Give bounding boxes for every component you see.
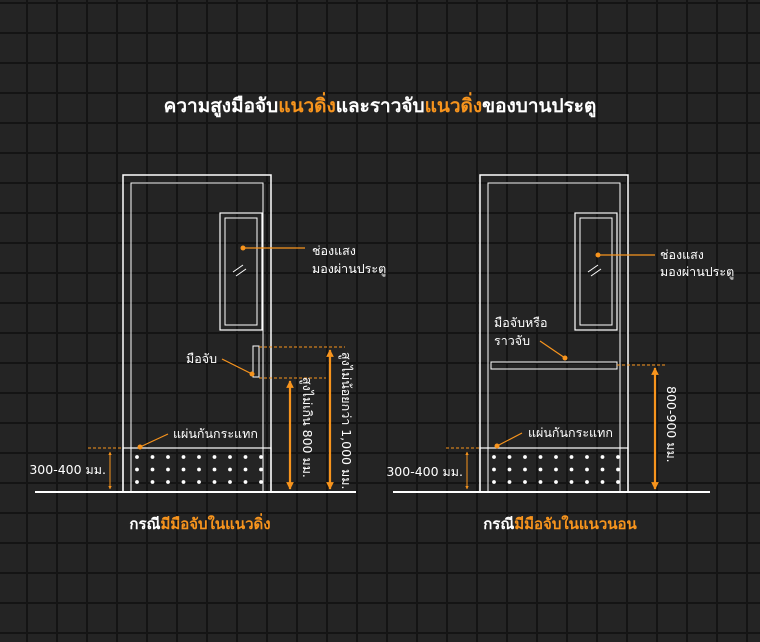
kick-plate-dot bbox=[600, 455, 605, 459]
kick-plate-dot bbox=[181, 467, 186, 472]
kick-plate-label: แผ่นกันกระแทก bbox=[173, 426, 258, 441]
vertical-handle bbox=[252, 345, 260, 378]
rail-leader-dot bbox=[562, 355, 568, 361]
left-door: ช่องแสง มองผ่านประตู มือจับ แผ่นกันกระแท… bbox=[29, 174, 386, 533]
handle-min-height-label: สูงไม่น้อยกว่า 1,000 มม. bbox=[338, 352, 354, 489]
window-label-line1: ช่องแสง bbox=[660, 247, 704, 262]
kick-plate-dot bbox=[243, 480, 248, 484]
window-leader-dot bbox=[240, 245, 246, 251]
rail-label-line1: มือจับหรือ bbox=[494, 315, 547, 330]
kick-plate-dot bbox=[600, 480, 605, 484]
kick-plate-dot bbox=[523, 455, 527, 459]
kick-plate-dot bbox=[554, 467, 558, 472]
rail-leader-line bbox=[539, 340, 566, 359]
kick-plate-dot bbox=[150, 480, 155, 484]
kick-plate-dots bbox=[492, 455, 620, 484]
kick-plate-dot bbox=[554, 480, 558, 484]
kick-plate-leader-dot bbox=[137, 444, 143, 450]
kick-plate-dot bbox=[585, 455, 589, 459]
left-caption: กรณีมีมือจับในแนวดิ่ง bbox=[129, 513, 270, 533]
kick-plate-dot bbox=[259, 455, 263, 459]
window-label-line2: มองผ่านประตู bbox=[660, 264, 734, 280]
kick-plate-dot bbox=[197, 480, 201, 484]
kick-plate-dot bbox=[243, 467, 248, 472]
kick-plate-dot bbox=[569, 455, 574, 459]
kick-plate-dot bbox=[616, 480, 620, 484]
handle-label: มือจับ bbox=[186, 351, 217, 366]
handle-leader-line bbox=[221, 358, 253, 375]
kick-plate-dot bbox=[507, 455, 512, 459]
kick-plate-dot bbox=[569, 480, 574, 484]
kick-plate-dot bbox=[166, 480, 170, 484]
kick-plate-dot bbox=[538, 480, 543, 484]
kick-plate-dot bbox=[150, 455, 155, 459]
kick-plate-dot bbox=[212, 480, 217, 484]
kick-plate-dot bbox=[135, 480, 139, 484]
kick-plate-dot bbox=[569, 467, 574, 472]
rail-height-label: 800-900 มม. bbox=[664, 386, 679, 463]
kick-plate-dot bbox=[197, 467, 201, 472]
kick-plate-dot bbox=[135, 455, 139, 459]
kick-plate-dot bbox=[616, 455, 620, 459]
kick-plate-leader-line bbox=[139, 433, 169, 448]
kick-plate-dot bbox=[600, 467, 605, 472]
kick-plate-dot bbox=[538, 455, 543, 459]
kick-plate bbox=[122, 447, 272, 493]
vision-panel bbox=[574, 212, 618, 331]
kick-plate-leader-line bbox=[496, 432, 523, 447]
kick-plate-dot bbox=[259, 480, 263, 484]
kick-plate-dot bbox=[228, 467, 232, 472]
window-label-line1: ช่องแสง bbox=[312, 243, 356, 258]
kick-plate-dot bbox=[181, 480, 186, 484]
kick-height-label: 300-400 มม. bbox=[386, 464, 463, 479]
kick-plate-dot bbox=[197, 455, 201, 459]
kick-plate-dot bbox=[135, 467, 139, 472]
handle-max-height-label: สูงไม่เกิน 800 มม. bbox=[299, 377, 315, 478]
kick-plate-dot bbox=[492, 455, 496, 459]
kick-plate-dot bbox=[243, 455, 248, 459]
vision-panel bbox=[219, 212, 263, 331]
window-leader-dot bbox=[595, 252, 601, 258]
kick-plate-dot bbox=[259, 467, 263, 472]
rail-label-line2: ราวจับ bbox=[494, 333, 530, 348]
door-leaf bbox=[130, 182, 264, 493]
kick-plate-dot bbox=[492, 467, 496, 472]
kick-plate-label: แผ่นกันกระแทก bbox=[528, 425, 613, 440]
handle-leader-dot bbox=[249, 371, 255, 377]
kick-plate-dot bbox=[507, 480, 512, 484]
horizontal-rail bbox=[490, 361, 618, 370]
kick-plate-dots bbox=[135, 455, 263, 484]
kick-plate-dot bbox=[616, 467, 620, 472]
kick-plate-dot bbox=[523, 480, 527, 484]
kick-plate-dot bbox=[166, 467, 170, 472]
kick-plate-dot bbox=[523, 467, 527, 472]
kick-plate bbox=[479, 447, 629, 493]
kick-plate-dot bbox=[228, 480, 232, 484]
kick-plate-dot bbox=[150, 467, 155, 472]
kick-plate-dot bbox=[212, 455, 217, 459]
right-door: ช่องแสง มองผ่านประตู มือจับหรือ ราวจับ แ… bbox=[386, 174, 734, 533]
door-diagram: ความสูงมือจับแนวดิ่งและราวจับแนวดิ่งของบ… bbox=[29, 92, 734, 533]
kick-plate-dot bbox=[538, 467, 543, 472]
kick-height-label: 300-400 มม. bbox=[29, 462, 106, 477]
kick-plate-leader-dot bbox=[494, 443, 500, 449]
window-label-line2: มองผ่านประตู bbox=[312, 261, 386, 277]
diagram-title: ความสูงมือจับแนวดิ่งและราวจับแนวดิ่งของบ… bbox=[164, 92, 597, 118]
kick-plate-dot bbox=[585, 480, 589, 484]
kick-plate-dot bbox=[507, 467, 512, 472]
kick-plate-dot bbox=[585, 467, 589, 472]
kick-plate-dot bbox=[166, 455, 170, 459]
kick-plate-dot bbox=[212, 467, 217, 472]
kick-plate-dot bbox=[492, 480, 496, 484]
kick-plate-dot bbox=[554, 455, 558, 459]
kick-plate-dot bbox=[181, 455, 186, 459]
kick-plate-dot bbox=[228, 455, 232, 459]
right-caption: กรณีมีมือจับในแนวนอน bbox=[483, 515, 637, 533]
